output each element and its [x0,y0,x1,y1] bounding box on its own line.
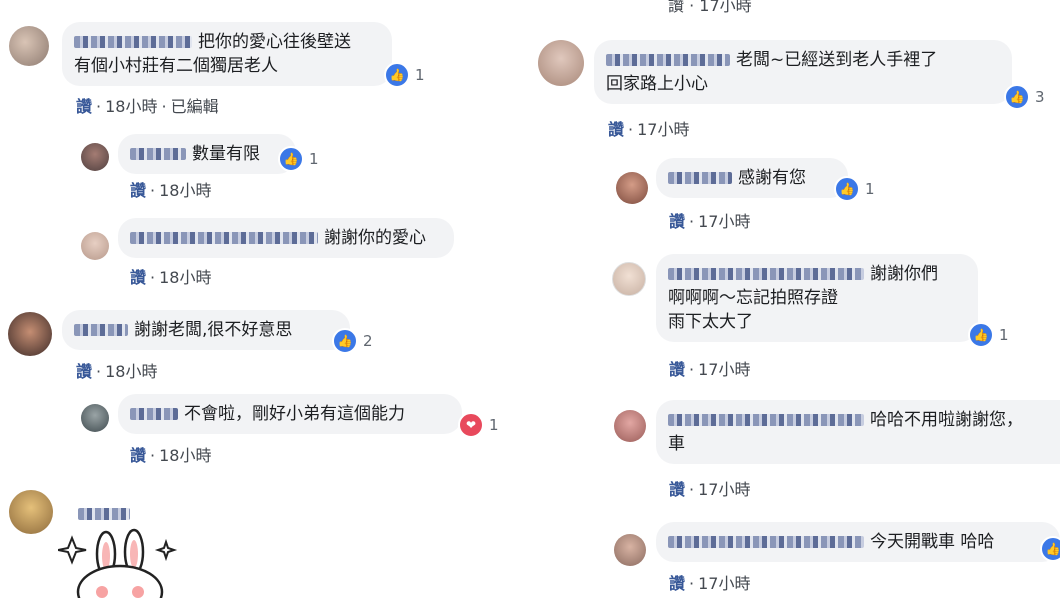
comment-bubble: 把你的愛心往後壁送 有個小村莊有二個獨居老人 [62,22,392,86]
like-link[interactable]: 讚 [669,574,685,593]
timestamp[interactable]: 17小時 [637,120,689,139]
reaction-count[interactable]: ❤ 1 [458,412,499,438]
thumbs-up-icon: 👍 [278,146,304,172]
comment-text: 有個小村莊有二個獨居老人 [74,56,278,76]
thumbs-up-icon: 👍 [384,62,410,88]
avatar[interactable] [614,534,646,566]
comment-bubble: 謝謝老闆,很不好意思 [62,310,350,350]
avatar[interactable] [612,262,646,296]
thumbs-up-icon: 👍 [332,328,358,354]
reaction-count[interactable]: 👍 3 [1004,84,1045,110]
comment-bubble: 哈哈不用啦謝謝您， 車 [656,400,1060,464]
like-link[interactable]: 讚 [76,97,92,116]
like-link[interactable]: 讚 [76,362,92,381]
comment-meta: 讚 · 17小時 [669,212,751,231]
avatar[interactable] [538,40,584,86]
comment-text: 老闆~已經送到老人手裡了 [736,50,938,70]
comment-text: 數量有限 [192,144,260,164]
author-name[interactable] [74,324,128,336]
thumbs-up-icon: 👍 [1004,84,1030,110]
comment-bubble: 數量有限 [118,134,296,174]
author-name[interactable] [130,232,318,244]
comment-bubble: 老闆~已經送到老人手裡了 回家路上小心 [594,40,1012,104]
reaction-count[interactable]: 👍 [1040,536,1060,562]
reaction-count[interactable]: 👍 2 [332,328,373,354]
author-name[interactable] [668,414,864,426]
comment-bubble: 感謝有您 [656,158,848,198]
like-link[interactable]: 讚 [608,120,624,139]
comment-text: 車 [668,434,685,454]
comment-bubble: 謝謝你的愛心 [118,218,454,258]
thumbs-up-icon: 👍 [1040,536,1060,562]
comment-bubble: 不會啦，剛好小弟有這個能力 [118,394,462,434]
comment-text: 啊啊啊～忘記拍照存證 [668,288,838,308]
reaction-count[interactable]: 👍 1 [278,146,319,172]
author-name[interactable] [74,36,192,48]
comment-bubble: 謝謝你們 啊啊啊～忘記拍照存證 雨下太大了 [656,254,978,342]
avatar[interactable] [9,26,49,66]
author-name[interactable] [668,268,864,280]
comment-meta: 讚 · 17小時 [669,360,751,379]
timestamp[interactable]: 18小時 [105,97,157,116]
avatar[interactable] [9,490,53,534]
author-name[interactable] [668,172,732,184]
timestamp[interactable]: 18小時 [159,446,211,465]
comment-meta: 讚 · 18小時 [130,181,212,200]
comment-text: 回家路上小心 [606,74,708,94]
comment-meta: 讚 · 17小時 [669,480,751,499]
reaction-count[interactable]: 👍 1 [968,322,1009,348]
like-link[interactable]: 讚 [669,360,685,379]
like-link[interactable]: 讚 [130,181,146,200]
timestamp[interactable]: 18小時 [159,268,211,287]
author-name[interactable] [130,148,186,160]
timestamp[interactable]: 18小時 [105,362,157,381]
like-link[interactable]: 讚 [130,446,146,465]
comment-text: 謝謝你的愛心 [324,228,426,248]
like-link[interactable]: 讚 [130,268,146,287]
bunny-sticker [58,528,178,598]
like-link[interactable]: 讚 [669,212,685,231]
comment-meta: 讚 · 17小時 [669,574,751,593]
comment-meta: 讚 · 18小時 [130,446,212,465]
author-name[interactable] [606,54,730,66]
cutoff-meta: 讚 · 17小時 [668,0,752,16]
author-name[interactable] [668,536,864,548]
comment-meta: 讚 · 18小時 [76,362,158,381]
timestamp[interactable]: 17小時 [698,360,750,379]
timestamp[interactable]: 17小時 [698,574,750,593]
avatar[interactable] [616,172,648,204]
avatar[interactable] [81,404,109,432]
comment-text: 謝謝你們 [870,264,938,284]
comment-text: 感謝有您 [738,168,806,188]
comment-text: 把你的愛心往後壁送 [198,32,351,52]
avatar[interactable] [8,312,52,356]
comment-meta: 讚 · 17小時 [608,120,690,139]
author-name[interactable] [130,408,178,420]
timestamp[interactable]: 17小時 [698,212,750,231]
heart-icon: ❤ [458,412,484,438]
comment-text: 雨下太大了 [668,312,753,332]
reaction-count[interactable]: 👍 1 [384,62,425,88]
comment-bubble: 今天開戰車 哈哈 [656,522,1060,562]
edited-label[interactable]: 已編輯 [171,97,219,116]
comment-meta: 讚 · 18小時 · 已編輯 [76,97,219,116]
avatar[interactable] [81,143,109,171]
author-name[interactable] [78,508,130,520]
timestamp[interactable]: 18小時 [159,181,211,200]
cutoff-text: 讚 · 17小時 [668,0,752,15]
avatar[interactable] [81,232,109,260]
like-link[interactable]: 讚 [669,480,685,499]
comment-text: 謝謝老闆,很不好意思 [134,320,293,340]
comment-meta: 讚 · 18小時 [130,268,212,287]
reaction-count[interactable]: 👍 1 [834,176,875,202]
timestamp[interactable]: 17小時 [698,480,750,499]
thumbs-up-icon: 👍 [968,322,994,348]
comment-text: 不會啦，剛好小弟有這個能力 [184,404,405,424]
comment-text: 哈哈不用啦謝謝您， [870,410,1023,430]
comment-text: 今天開戰車 哈哈 [870,532,995,552]
thumbs-up-icon: 👍 [834,176,860,202]
avatar[interactable] [614,410,646,442]
